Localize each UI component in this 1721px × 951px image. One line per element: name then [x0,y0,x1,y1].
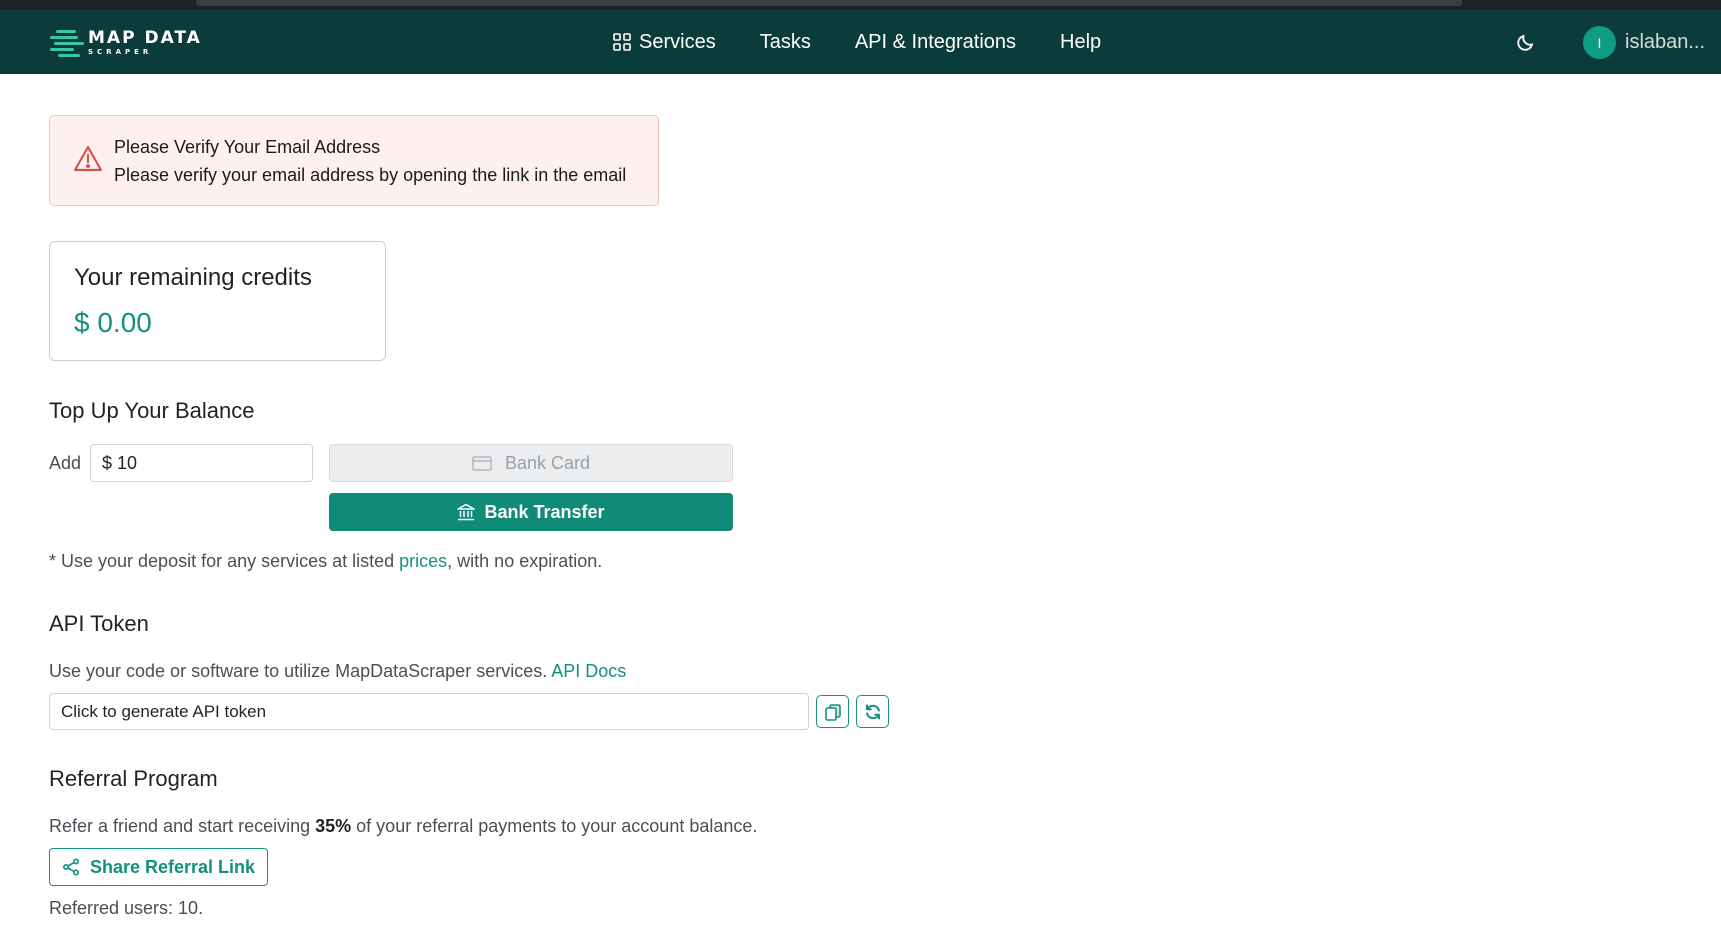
browser-scroll-track [196,0,1462,6]
credit-card-icon [472,455,492,471]
referred-users-count: Referred users: 10. [49,898,204,918]
nav-services[interactable]: Services [613,31,716,54]
top-navbar: MAP DATA SCRAPER Services Tasks API & In… [0,10,1721,74]
alert-message: Please verify your email address by open… [114,165,627,185]
bank-card-label: Bank Card [504,452,591,473]
nav-tasks[interactable]: Tasks [760,31,811,54]
alert-title: Please Verify Your Email Address [114,137,381,157]
user-avatar[interactable]: I [1583,26,1616,59]
credits-amount: $ 0.00 [74,307,152,338]
api-docs-link[interactable]: API Docs [551,661,626,681]
referral-desc-suffix: of your referral payments to your accoun… [351,816,758,836]
bank-icon [457,503,476,521]
deposit-note: * Use your deposit for any services at l… [49,551,602,572]
logo-subtitle: SCRAPER [88,48,153,56]
browser-top-strip [0,0,1721,10]
nav-help[interactable]: Help [1060,31,1101,54]
bank-card-button[interactable]: Bank Card [329,444,733,482]
logo-mark-icon [50,28,84,58]
credits-title: Your remaining credits [74,264,312,291]
bank-transfer-button[interactable]: Bank Transfer [329,493,733,531]
moon-icon [1517,34,1534,51]
referral-heading: Referral Program [49,766,218,791]
verify-email-alert: Please Verify Your Email Address Please … [49,115,659,206]
topup-amount-field[interactable]: $ [90,444,313,482]
referral-desc-prefix: Refer a friend and start receiving [49,816,316,836]
nav-services-label: Services [639,30,716,53]
share-referral-label: Share Referral Link [89,856,256,877]
referral-description: Refer a friend and start receiving 35% o… [49,816,757,837]
nav-tasks-label: Tasks [759,30,811,53]
user-name[interactable]: islaban... [1625,31,1705,54]
theme-toggle-button[interactable] [1515,31,1537,53]
logo-title: MAP DATA [88,28,202,48]
prices-link[interactable]: prices [399,551,447,571]
deposit-note-suffix: , with no expiration. [447,551,603,571]
refresh-icon [865,704,880,719]
copy-token-button[interactable] [816,695,849,728]
share-icon [62,858,79,876]
grid-icon [613,33,631,51]
credits-card: Your remaining credits $ 0.00 [49,241,386,361]
bank-transfer-label: Bank Transfer [484,501,605,522]
share-referral-button[interactable]: Share Referral Link [49,848,268,886]
nav-help-label: Help [1060,30,1102,53]
topup-heading: Top Up Your Balance [49,398,255,423]
api-description: Use your code or software to utilize Map… [49,661,626,682]
copy-icon [824,703,841,721]
regenerate-token-button[interactable] [856,695,889,728]
app-logo[interactable]: MAP DATA SCRAPER [50,28,202,58]
currency-symbol: $ [102,452,113,473]
add-label: Add [49,453,82,473]
warning-triangle-icon [73,145,103,172]
nav-api-integrations[interactable]: API & Integrations [855,31,1016,54]
main-nav: Services Tasks API & Integrations Help [613,10,1145,74]
deposit-note-prefix: * Use your deposit for any services at l… [49,551,400,571]
api-desc-text: Use your code or software to utilize Map… [49,661,552,681]
nav-api-label: API & Integrations [854,30,1017,53]
topup-amount-input[interactable] [117,452,298,474]
api-token-heading: API Token [49,611,149,636]
referral-percent: 35% [315,816,352,836]
api-token-field[interactable]: Click to generate API token [49,693,809,730]
